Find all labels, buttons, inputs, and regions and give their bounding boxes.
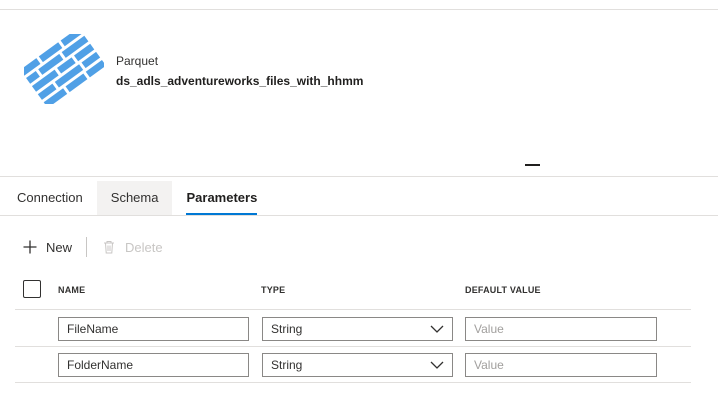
chevron-down-icon	[430, 325, 444, 333]
plus-icon	[23, 240, 37, 254]
parameter-name-input[interactable]: FolderName	[58, 353, 249, 377]
column-header-default-value: DEFAULT VALUE	[465, 285, 541, 295]
table-row-divider	[15, 346, 691, 347]
tabs-bottom-divider	[0, 215, 718, 216]
dataset-header: Parquet ds_adls_adventureworks_files_wit…	[0, 10, 718, 176]
column-header-name: NAME	[58, 285, 86, 295]
tab-parameters[interactable]: Parameters	[172, 181, 271, 215]
parameter-type-select[interactable]: String	[262, 317, 453, 341]
tab-schema[interactable]: Schema	[96, 181, 173, 215]
parameter-default-value-input[interactable]: Value	[465, 317, 657, 341]
parameter-type-value: String	[271, 358, 303, 372]
column-header-type: TYPE	[261, 285, 286, 295]
table-row-divider	[15, 382, 691, 383]
tabs-top-divider	[0, 176, 718, 177]
delete-button-label: Delete	[125, 239, 163, 255]
chevron-down-icon	[430, 361, 444, 369]
tab-connection[interactable]: Connection	[0, 181, 97, 215]
dataset-type-label: Parquet	[116, 54, 159, 68]
trash-icon	[104, 241, 115, 254]
header-row-divider	[15, 309, 691, 310]
parameter-name-input[interactable]: FileName	[58, 317, 249, 341]
select-all-checkbox[interactable]	[23, 280, 41, 298]
parameter-type-select[interactable]: String	[262, 353, 453, 377]
parquet-logo-icon	[24, 34, 104, 104]
delete-parameter-button[interactable]: Delete	[101, 239, 163, 255]
dataset-name: ds_adls_adventureworks_files_with_hhmm	[116, 74, 364, 88]
new-button-label: New	[46, 239, 73, 255]
new-parameter-button[interactable]: New	[22, 239, 72, 255]
parameter-default-value-input[interactable]: Value	[465, 353, 657, 377]
panel-resize-handle[interactable]	[525, 164, 540, 166]
parameters-toolbar: New Delete	[22, 236, 163, 258]
toolbar-separator	[86, 237, 88, 257]
parameter-type-value: String	[271, 322, 303, 336]
tab-bar: Connection Schema Parameters	[0, 181, 271, 215]
